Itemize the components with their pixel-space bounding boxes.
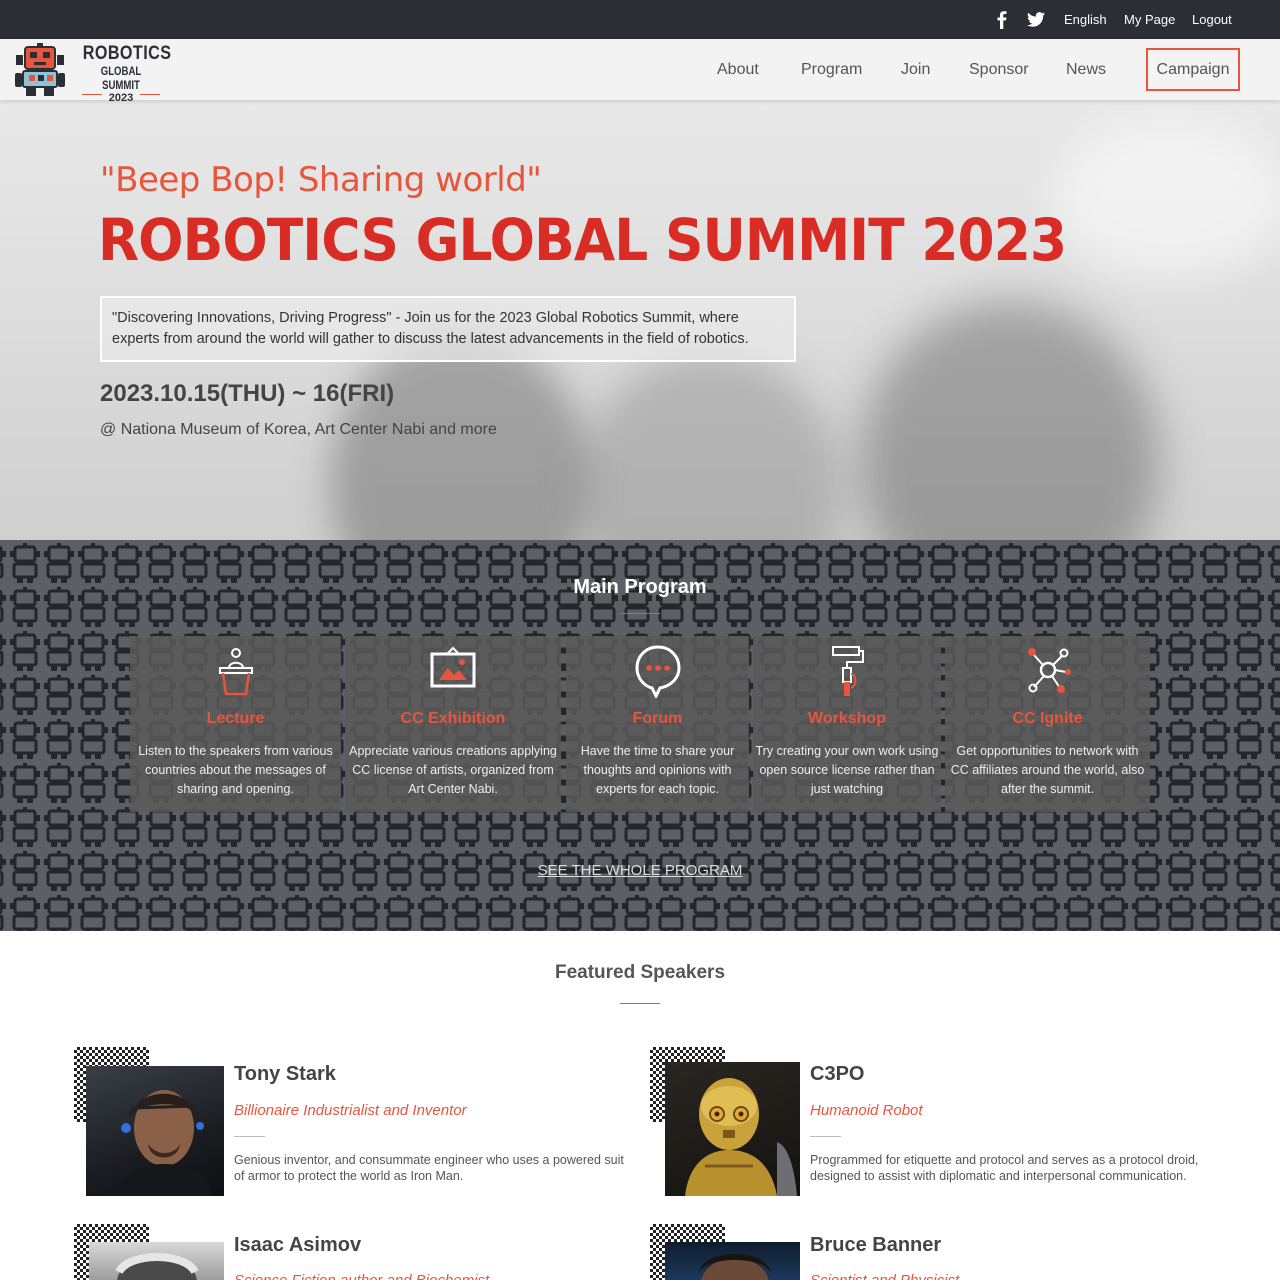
speaker-card-isaac-asimov[interactable]: Isaac Asimov Science Fiction author and …: [74, 1224, 634, 1280]
program-card-title: Workshop: [808, 710, 886, 727]
nav-about[interactable]: About: [717, 39, 759, 100]
main-navbar: ROBOTICS GLOBAL SUMMIT 2023 About Progra…: [0, 39, 1280, 104]
program-title-rule: [620, 613, 660, 614]
speakers-title-rule: [620, 1003, 660, 1004]
top-utility-bar: English My Page Logout: [0, 0, 1280, 39]
speaker-photo: [86, 1066, 224, 1196]
speaker-card-tony-stark[interactable]: Tony Stark Billionaire Industrialist and…: [74, 1047, 634, 1207]
logout-link[interactable]: Logout: [1192, 0, 1232, 39]
hero-photo-highlight: [1050, 120, 1280, 280]
speaker-photo: [665, 1242, 800, 1280]
hero-description: "Discovering Innovations, Driving Progre…: [100, 296, 796, 362]
nav-join[interactable]: Join: [901, 39, 930, 100]
program-card-lecture[interactable]: Lecture Listen to the speakers from vari…: [130, 636, 341, 812]
speaker-role: Science Fiction author and Biochemist: [234, 1272, 489, 1280]
speaker-photo: [89, 1242, 224, 1280]
logo-line-1: ROBOTICS: [82, 43, 172, 64]
robot-logo-icon[interactable]: [14, 43, 66, 102]
program-title: Main Program: [573, 576, 707, 598]
hero-title: ROBOTICS GLOBAL SUMMIT 2023: [98, 206, 1067, 274]
program-card-forum[interactable]: Forum Have the time to share your though…: [566, 636, 749, 812]
speaker-rule: [234, 1136, 265, 1137]
twitter-icon[interactable]: [1027, 0, 1045, 39]
speaker-name: Tony Stark: [234, 1063, 336, 1085]
paint-roller-icon: [753, 644, 941, 700]
program-card-desc: Have the time to share your thoughts and…: [580, 744, 735, 796]
program-card-desc: Appreciate various creations applying CC…: [349, 744, 557, 796]
hero-banner: "Beep Bop! Sharing world" ROBOTICS GLOBA…: [0, 100, 1280, 540]
logo-rule-left: [82, 94, 102, 95]
program-card-title: Lecture: [206, 710, 265, 727]
speaker-card-c3po[interactable]: C3PO Humanoid Robot Programmed for etiqu…: [650, 1047, 1210, 1207]
program-card-title: CC Exhibition: [400, 710, 506, 727]
speaker-card-bruce-banner[interactable]: Bruce Banner Scientist and Physicist: [650, 1224, 1210, 1280]
speaker-role: Billionaire Industrialist and Inventor: [234, 1102, 467, 1119]
language-link[interactable]: English: [1064, 0, 1107, 39]
program-card-cc-ignite[interactable]: CC Ignite Get opportunities to network w…: [945, 636, 1150, 812]
speaker-name: Bruce Banner: [810, 1234, 942, 1256]
program-card-workshop[interactable]: Workshop Try creating your own work usin…: [753, 636, 941, 812]
hero-tagline: "Beep Bop! Sharing world": [100, 160, 542, 200]
campaign-button[interactable]: Campaign: [1146, 48, 1240, 91]
event-venue: @ Nationa Museum of Korea, Art Center Na…: [100, 421, 497, 438]
facebook-icon[interactable]: [996, 0, 1008, 39]
program-card-desc: Listen to the speakers from various coun…: [138, 744, 333, 796]
speaker-name: Isaac Asimov: [234, 1234, 362, 1256]
logo-rule-right: [140, 94, 160, 95]
speaker-name: C3PO: [810, 1063, 865, 1085]
nav-news[interactable]: News: [1066, 39, 1106, 100]
see-whole-program-link[interactable]: SEE THE WHOLE PROGRAM: [0, 862, 1280, 879]
nav-sponsor[interactable]: Sponsor: [969, 39, 1029, 100]
logo-line-2: GLOBAL SUMMIT: [100, 64, 142, 92]
speaker-bio: Programmed for etiquette and protocol an…: [810, 1153, 1199, 1183]
logo-wordmark[interactable]: ROBOTICS GLOBAL SUMMIT 2023: [76, 43, 172, 104]
network-nodes-icon: [945, 644, 1150, 700]
speakers-title: Featured Speakers: [554, 962, 726, 983]
main-program-section: Main Program Lecture Listen to the speak…: [0, 540, 1280, 931]
speaker-photo: [665, 1062, 800, 1196]
program-card-desc: Try creating your own work using open so…: [755, 744, 939, 796]
picture-frame-icon: [345, 644, 561, 700]
event-date: 2023.10.15(THU) ~ 16(FRI): [100, 380, 395, 407]
program-card-desc: Get opportunities to network with CC aff…: [950, 744, 1145, 796]
speaker-role: Scientist and Physicist: [810, 1272, 959, 1280]
nav-program[interactable]: Program: [801, 39, 862, 100]
program-card-cc-exhibition[interactable]: CC Exhibition Appreciate various creatio…: [345, 636, 561, 812]
speaker-role: Humanoid Robot: [810, 1102, 923, 1119]
hero-photo-shade: [580, 350, 840, 540]
hero-photo-shade: [860, 300, 1160, 540]
speaker-bio: Genious inventor, and consummate enginee…: [234, 1153, 624, 1183]
program-card-title: CC Ignite: [1012, 710, 1083, 727]
speaker-rule: [810, 1136, 841, 1137]
podium-speaker-icon: [130, 644, 341, 700]
mypage-link[interactable]: My Page: [1124, 0, 1175, 39]
program-card-title: Forum: [632, 710, 683, 727]
speech-bubble-icon: [566, 644, 749, 700]
